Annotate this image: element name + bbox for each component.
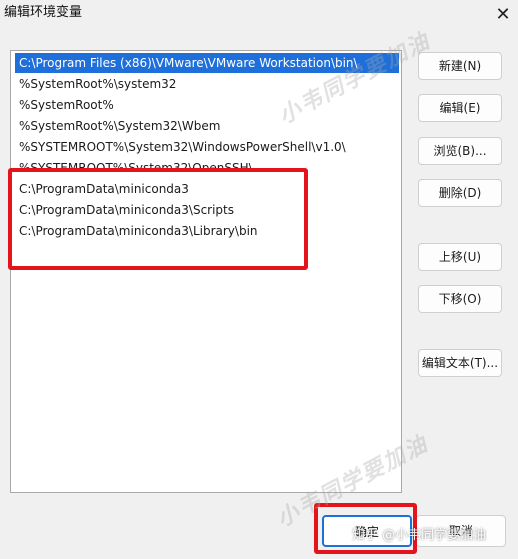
list-item[interactable]: %SystemRoot%\system32 bbox=[15, 74, 399, 94]
dialog-title: 编辑环境变量 bbox=[4, 5, 83, 20]
edit-button[interactable]: 编辑(E) bbox=[418, 94, 502, 122]
move-down-button[interactable]: 下移(O) bbox=[418, 285, 502, 313]
new-button[interactable]: 新建(N) bbox=[418, 52, 502, 80]
browse-button[interactable]: 浏览(B)... bbox=[418, 137, 502, 165]
list-item[interactable]: %SystemRoot% bbox=[15, 95, 399, 115]
list-item[interactable]: C:\ProgramData\miniconda3\Library\bin bbox=[15, 221, 399, 241]
list-item-selected[interactable]: C:\Program Files (x86)\VMware\VMware Wor… bbox=[15, 53, 399, 73]
cancel-button[interactable]: 取消 bbox=[416, 515, 506, 547]
delete-button[interactable]: 删除(D) bbox=[418, 179, 502, 207]
ok-button[interactable]: 确定 bbox=[322, 515, 412, 547]
list-item[interactable]: C:\ProgramData\miniconda3\Scripts bbox=[15, 200, 399, 220]
list-item[interactable]: %SystemRoot%\System32\Wbem bbox=[15, 116, 399, 136]
list-item[interactable]: %SYSTEMROOT%\System32\OpenSSH\ bbox=[15, 158, 399, 170]
close-icon[interactable]: ✕ bbox=[488, 0, 518, 28]
move-up-button[interactable]: 上移(U) bbox=[418, 243, 502, 271]
path-listbox[interactable]: C:\Program Files (x86)\VMware\VMware Wor… bbox=[10, 50, 402, 493]
list-item[interactable]: C:\ProgramData\miniconda3 bbox=[15, 179, 399, 199]
list-item[interactable]: %SYSTEMROOT%\System32\WindowsPowerShell\… bbox=[15, 137, 399, 157]
edit-text-button[interactable]: 编辑文本(T)... bbox=[418, 349, 502, 377]
